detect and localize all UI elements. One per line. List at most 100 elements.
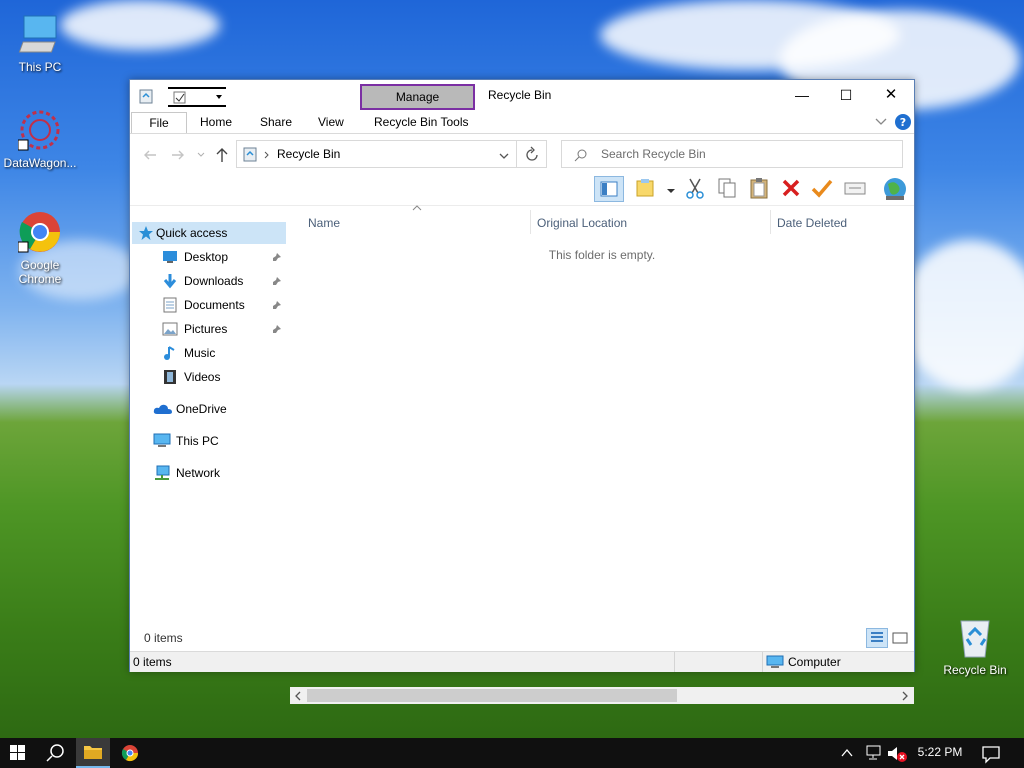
taskbar-file-explorer[interactable] — [76, 738, 110, 768]
search-box[interactable]: Search Recycle Bin — [561, 140, 903, 168]
sidebar-item-music[interactable]: Music — [160, 342, 286, 364]
sidebar-item-videos[interactable]: Videos — [160, 366, 286, 388]
back-arrow-icon[interactable] — [142, 147, 158, 163]
search-placeholder: Search Recycle Bin — [601, 147, 706, 161]
delete-icon[interactable] — [780, 177, 802, 199]
column-header-date-deleted[interactable]: Date Deleted — [777, 212, 907, 234]
status-divider — [762, 652, 763, 672]
help-icon[interactable]: ? — [894, 113, 912, 131]
scroll-left-icon[interactable] — [294, 691, 302, 701]
computer-icon — [766, 655, 784, 668]
tab-recycle-bin-tools[interactable]: Recycle Bin Tools — [364, 112, 479, 134]
minimize-button[interactable]: — — [782, 84, 822, 106]
notification-icon — [982, 746, 1000, 764]
search-icon — [46, 744, 64, 762]
sidebar-item-label: Videos — [184, 370, 221, 384]
desktop-icon-datawagon[interactable]: DataWagon... — [0, 108, 80, 170]
scrollbar-thumb[interactable] — [307, 689, 677, 702]
horizontal-scrollbar[interactable] — [290, 687, 914, 704]
tab-home[interactable]: Home — [190, 112, 242, 134]
pin-icon[interactable] — [272, 324, 282, 334]
notification-center-button[interactable] — [980, 744, 1002, 764]
item-count: 0 items — [144, 631, 183, 645]
sidebar-item-this-pc[interactable]: This PC — [152, 430, 286, 452]
paste-icon[interactable] — [748, 177, 770, 199]
desktop-icon-recycle-bin[interactable]: Recycle Bin — [935, 615, 1015, 677]
column-divider[interactable] — [530, 210, 531, 234]
svg-text:?: ? — [900, 116, 906, 129]
start-button[interactable] — [0, 738, 36, 768]
copy-icon[interactable] — [716, 177, 738, 199]
network-status-icon[interactable] — [864, 745, 884, 761]
globe-icon[interactable] — [882, 176, 908, 202]
large-icons-view-button[interactable] — [890, 629, 910, 647]
title-bar: Manage Recycle Bin — ☐ ✕ — [130, 80, 914, 110]
sidebar-item-label: Desktop — [184, 250, 229, 264]
address-dropdown-icon[interactable] — [498, 150, 510, 160]
refresh-button[interactable] — [517, 140, 547, 168]
manage-context-tab[interactable]: Manage — [360, 84, 475, 110]
file-list: Name Original Location Date Deleted This… — [290, 204, 914, 704]
clock[interactable]: 5:22 PM — [910, 745, 970, 759]
chevron-down-icon[interactable] — [874, 116, 888, 128]
properties-dropdown-icon[interactable] — [666, 184, 676, 193]
ribbon-divider — [130, 133, 914, 134]
rename-icon[interactable] — [843, 179, 867, 197]
folder-icon — [84, 746, 102, 759]
cloud — [60, 0, 220, 50]
sidebar-item-documents[interactable]: Documents — [160, 294, 286, 316]
details-view-icon — [871, 632, 883, 642]
status-location: Computer — [788, 655, 841, 669]
desktop-icon-this-pc[interactable]: This PC — [0, 12, 80, 74]
pin-icon[interactable] — [272, 276, 282, 286]
cut-icon[interactable] — [684, 177, 706, 199]
pin-icon[interactable] — [272, 252, 282, 262]
taskbar: 5:22 PM — [0, 738, 1024, 768]
column-header-name[interactable]: Name — [308, 212, 528, 234]
ribbon-tabs: File Home Share View Recycle Bin Tools ? — [130, 110, 914, 134]
datawagon-icon — [17, 108, 62, 152]
sidebar-item-pictures[interactable]: Pictures — [160, 318, 286, 340]
taskbar-chrome[interactable] — [114, 738, 146, 768]
desktop-icon-chrome[interactable]: Google Chrome — [0, 210, 80, 286]
sidebar-item-downloads[interactable]: Downloads — [160, 270, 286, 292]
sidebar-item-label: Network — [176, 466, 221, 480]
sidebar-item-label: Downloads — [184, 274, 244, 288]
status-divider — [674, 652, 675, 672]
column-header-original-location[interactable]: Original Location — [537, 212, 767, 234]
details-view-button[interactable] — [866, 628, 888, 648]
pin-icon[interactable] — [272, 300, 282, 310]
sidebar-item-desktop[interactable]: Desktop — [160, 246, 286, 268]
window-title: Recycle Bin — [488, 88, 552, 102]
search-button[interactable] — [40, 738, 72, 768]
chevron-up-icon[interactable] — [840, 747, 854, 759]
recycle-bin-small-icon — [242, 146, 258, 162]
desktop-icon-label: This PC — [18, 60, 62, 74]
sidebar-item-network[interactable]: Network — [152, 462, 286, 484]
scroll-right-icon[interactable] — [901, 691, 909, 701]
cloud — [900, 240, 1024, 390]
volume-muted-icon[interactable] — [886, 745, 908, 763]
tab-view[interactable]: View — [308, 112, 354, 134]
forward-arrow-icon[interactable] — [170, 147, 186, 163]
properties-icon[interactable] — [634, 177, 656, 199]
column-divider[interactable] — [770, 210, 771, 234]
address-bar[interactable]: Recycle Bin — [236, 140, 517, 168]
tab-share[interactable]: Share — [250, 112, 302, 134]
network-icon — [155, 465, 170, 480]
sidebar-item-label: Music — [184, 346, 216, 360]
up-arrow-icon[interactable] — [214, 146, 230, 164]
refresh-icon — [526, 146, 538, 161]
recent-locations-chevron-icon[interactable] — [196, 149, 206, 159]
preview-pane-button[interactable] — [594, 176, 624, 202]
tab-file[interactable]: File — [131, 112, 187, 134]
pictures-icon — [162, 322, 178, 336]
sidebar-item-quick-access[interactable]: Quick access — [132, 222, 286, 244]
maximize-button[interactable]: ☐ — [826, 84, 866, 106]
sidebar-item-onedrive[interactable]: OneDrive — [152, 398, 286, 420]
check-icon[interactable] — [810, 177, 834, 199]
recycle-bin-icon — [953, 615, 997, 659]
quick-access-toolbar[interactable] — [168, 87, 226, 107]
search-icon — [574, 148, 588, 162]
close-button[interactable]: ✕ — [870, 84, 912, 106]
